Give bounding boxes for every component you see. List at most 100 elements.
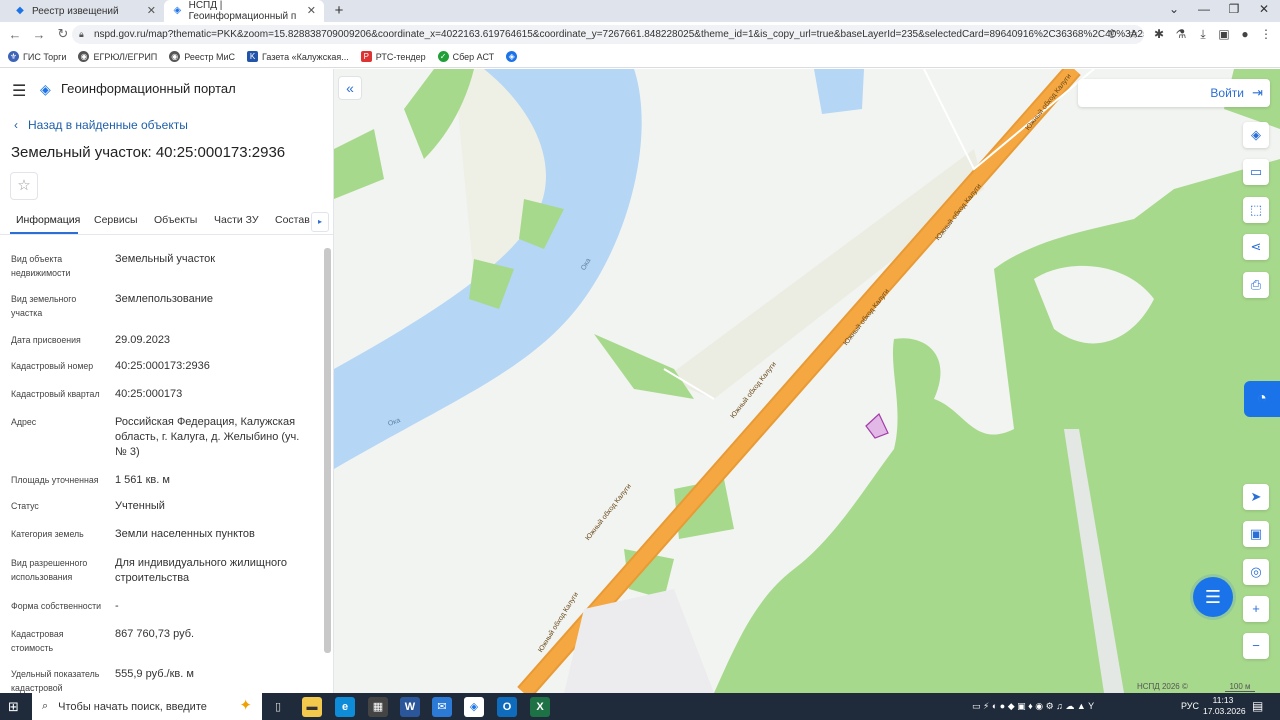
- mail-icon[interactable]: ✉: [432, 697, 452, 717]
- tab-services[interactable]: Сервисы: [94, 214, 138, 226]
- taskbar-search-box[interactable]: ⌕ Чтобы начать поиск, введите ✦: [32, 693, 262, 720]
- nspd-logo-icon: ◈: [173, 5, 182, 16]
- favorite-star-button[interactable]: ☆: [10, 172, 38, 200]
- forest-area: [334, 129, 384, 199]
- forest-area: [714, 159, 1280, 693]
- sparkle-icon: ✦: [239, 697, 252, 714]
- browser-tab-nspd[interactable]: ◈ НСПД | Геоинформационный п ✕: [164, 0, 324, 22]
- map-layer: [334, 69, 1280, 693]
- word-icon[interactable]: W: [400, 697, 420, 717]
- language-indicator[interactable]: РУС: [1181, 701, 1199, 711]
- share-icon[interactable]: ⇪: [1104, 27, 1120, 41]
- close-window-button[interactable]: ✕: [1254, 2, 1274, 16]
- tab-title: Реестр извещений: [32, 5, 119, 17]
- print-icon: ⎙: [1250, 277, 1262, 292]
- map-scale: 100 м: [1225, 682, 1255, 692]
- bookmark-gis-torgi[interactable]: ⚜ ГИС Торги: [8, 51, 66, 62]
- scrollbar-thumb[interactable]: [324, 248, 331, 653]
- extensions-icon[interactable]: ✱: [1151, 27, 1167, 41]
- chevron-left-icon: ‹: [14, 118, 18, 132]
- bookmark-nspd[interactable]: ◈: [506, 51, 521, 62]
- ruler-button[interactable]: ▭: [1243, 159, 1269, 185]
- restore-button[interactable]: ❐: [1224, 2, 1244, 16]
- new-tab-button[interactable]: +: [330, 2, 348, 20]
- excel-icon[interactable]: X: [530, 697, 550, 717]
- map-copyright: НСПД 2026 ©: [1137, 682, 1188, 691]
- edge-icon[interactable]: e: [335, 697, 355, 717]
- windows-start-icon[interactable]: ⊞: [8, 699, 19, 715]
- outlook-icon[interactable]: O: [497, 697, 517, 717]
- print-button[interactable]: ⎙: [1243, 272, 1269, 298]
- tray-icons[interactable]: ▭ ⚡ ◐ ● ◆ ▣ ♦ ◉ ⚙ ♫ ☁ ▲ Y: [972, 701, 1094, 712]
- minimap-button[interactable]: ▣: [1243, 521, 1269, 547]
- share-icon: ⋖: [1250, 239, 1262, 254]
- bookmark-star-icon[interactable]: ☆: [1125, 27, 1141, 41]
- geolocation-button[interactable]: ◎: [1243, 559, 1269, 585]
- minimize-button[interactable]: —: [1194, 2, 1214, 16]
- store-icon[interactable]: ▦: [368, 697, 388, 717]
- task-view-icon[interactable]: ▯: [268, 697, 288, 717]
- profile-icon[interactable]: ●: [1237, 27, 1253, 41]
- tab-composition[interactable]: Состав: [275, 214, 310, 226]
- download-icon[interactable]: ⤓: [1195, 27, 1211, 42]
- globe-icon: ◉: [78, 51, 90, 62]
- system-clock[interactable]: 11:13 17.03.2026: [1203, 695, 1246, 717]
- close-icon[interactable]: ✕: [307, 4, 316, 17]
- panel-scrollbar[interactable]: [322, 244, 333, 693]
- file-explorer-icon[interactable]: ▬: [302, 697, 322, 717]
- bookmark-gazeta[interactable]: K Газета «Калужская...: [247, 51, 349, 62]
- shield-icon: ◆: [16, 5, 24, 16]
- chat-button[interactable]: ☰: [1193, 577, 1233, 617]
- bookmark-reestr-mis[interactable]: ◉ Реестр МиС: [169, 51, 235, 62]
- assistant-button[interactable]: ◔: [1244, 381, 1280, 417]
- select-area-button[interactable]: ⬚: [1243, 197, 1269, 223]
- newspaper-icon: K: [247, 51, 259, 62]
- back-to-results-link[interactable]: ‹ Назад в найденные объекты: [14, 118, 188, 132]
- land-parcel[interactable]: [865, 413, 889, 439]
- search-placeholder: Чтобы начать поиск, введите: [58, 700, 207, 713]
- bookmark-egrul[interactable]: ◉ ЕГРЮЛ/ЕГРИП: [78, 51, 157, 62]
- zoom-out-button[interactable]: −: [1243, 633, 1269, 659]
- flask-icon[interactable]: ⚗: [1173, 27, 1189, 41]
- login-button[interactable]: Войти ⇥: [1078, 79, 1270, 107]
- forward-arrow-icon[interactable]: →: [30, 27, 48, 42]
- settlement-area: [564, 589, 714, 693]
- active-tab-indicator: [10, 232, 78, 234]
- reload-icon[interactable]: ↻: [54, 26, 72, 42]
- tab-parts[interactable]: Части ЗУ: [214, 214, 259, 226]
- ruler-icon: ▭: [1249, 164, 1263, 179]
- notification-icon[interactable]: ▤: [1252, 699, 1263, 713]
- url-input[interactable]: 🔒︎ nspd.gov.ru/map?thematic=PKK&zoom=15.…: [72, 25, 1144, 44]
- map-canvas[interactable]: Ока Ока Южный обход Калуги Южный обход К…: [334, 69, 1280, 693]
- back-arrow-icon[interactable]: ←: [6, 27, 24, 42]
- locate-button[interactable]: ➤: [1243, 484, 1269, 510]
- zoom-in-button[interactable]: +: [1243, 596, 1269, 622]
- share-map-button[interactable]: ⋖: [1243, 234, 1269, 260]
- sidebar-icon[interactable]: ▣: [1216, 27, 1232, 41]
- info-panel: ☰ ◈ Геоинформационный портал ‹ Назад в на…: [0, 69, 334, 693]
- lake: [814, 69, 864, 114]
- globe-icon: ◉: [169, 51, 181, 62]
- minimap-icon: ▣: [1249, 526, 1263, 541]
- rts-logo-icon: P: [360, 51, 372, 62]
- browser-tab-registry[interactable]: ◆ Реестр извещений ✕: [6, 0, 164, 22]
- url-text: nspd.gov.ru/map?thematic=PKK&zoom=15.828…: [94, 29, 1144, 40]
- layers-button[interactable]: ◈: [1243, 122, 1269, 148]
- windows-taskbar: ⊞ ⌕ Чтобы начать поиск, введите ✦ ▯ ▬ e …: [0, 693, 1280, 720]
- object-title: Земельный участок: 40:25:000173:2936: [11, 144, 286, 161]
- chrome-nspd-icon[interactable]: ◈: [464, 697, 484, 717]
- hamburger-menu-icon[interactable]: ☰: [12, 81, 26, 101]
- tab-information[interactable]: Информация: [16, 214, 80, 226]
- forest-area: [594, 334, 694, 399]
- tabs-next-button[interactable]: ▸: [311, 212, 329, 232]
- sber-logo-icon: ✓: [437, 51, 449, 62]
- close-icon[interactable]: ✕: [147, 4, 156, 17]
- collapse-panel-button[interactable]: «: [338, 76, 362, 100]
- search-icon: ⌕: [42, 700, 49, 712]
- chevron-down-icon[interactable]: ⌄: [1164, 2, 1184, 16]
- bookmark-rts-tender[interactable]: P РТС-тендер: [360, 51, 426, 62]
- menu-dots-icon[interactable]: ⋮: [1258, 27, 1274, 41]
- eagle-icon: ⚜: [8, 51, 19, 62]
- tab-objects[interactable]: Объекты: [154, 214, 197, 226]
- bookmark-sber-ast[interactable]: ✓ Сбер АСТ: [437, 51, 494, 62]
